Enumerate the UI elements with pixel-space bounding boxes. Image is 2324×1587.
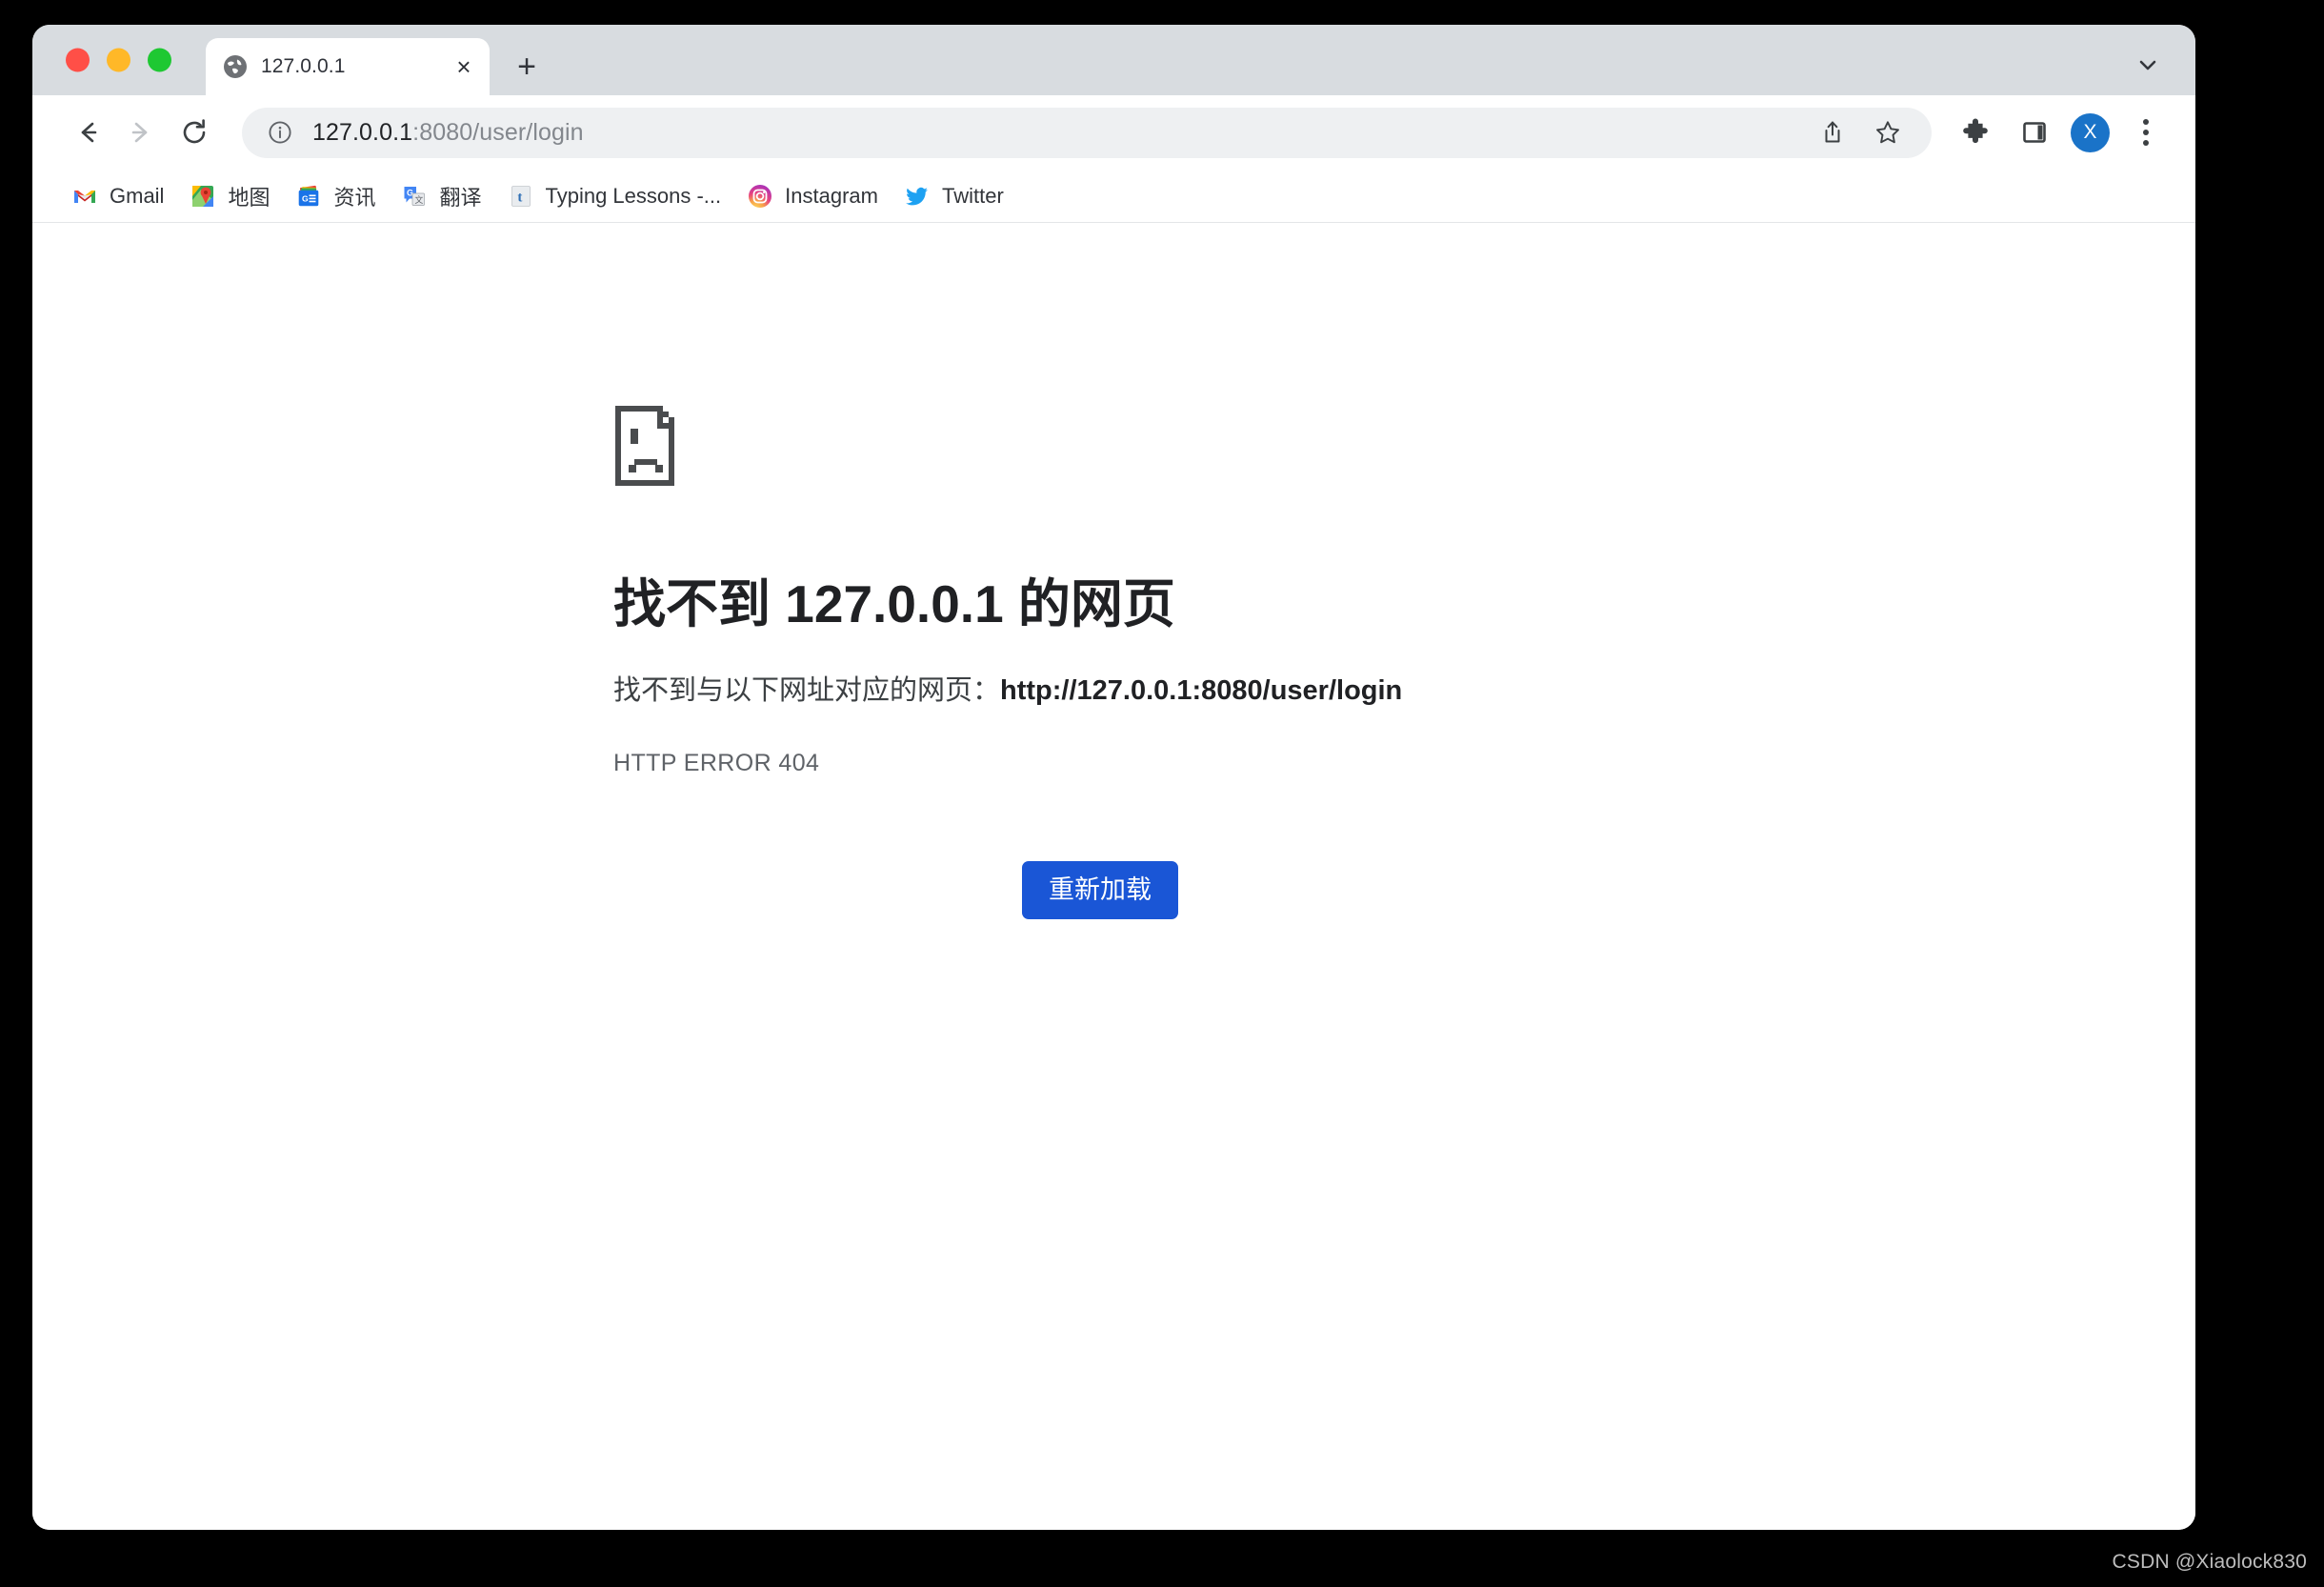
gmail-icon: [72, 184, 97, 209]
close-tab-button[interactable]: ×: [450, 52, 478, 81]
bookmark-typing-lessons[interactable]: t Typing Lessons -...: [495, 176, 735, 216]
error-code: HTTP ERROR 404: [613, 750, 820, 777]
puzzle-piece-icon[interactable]: [1953, 110, 1998, 155]
svg-text:G: G: [302, 193, 309, 203]
maximize-window-button[interactable]: [148, 48, 171, 72]
bookmark-translate[interactable]: G 文 翻译: [389, 176, 494, 216]
side-panel-icon[interactable]: [2012, 110, 2057, 155]
tab-title: 127.0.0.1: [261, 55, 346, 77]
reload-page-button[interactable]: 重新加载: [1022, 861, 1178, 919]
typing-lessons-icon: t: [509, 184, 533, 209]
browser-window: 127.0.0.1 × + 127.0.0.1:8080/user/login …: [32, 25, 2195, 1530]
bookmark-label: 翻译: [439, 185, 482, 210]
twitter-icon: [905, 184, 930, 209]
watermark: CSDN @Xiaolock830: [2112, 1551, 2307, 1573]
new-tab-button[interactable]: +: [506, 46, 548, 88]
bookmark-gmail[interactable]: Gmail: [59, 176, 177, 216]
bookmark-label: Twitter: [941, 183, 1004, 208]
star-outline-icon[interactable]: [1865, 110, 1911, 155]
bookmark-label: 资讯: [333, 185, 376, 210]
url-path: :8080/user/login: [412, 118, 584, 146]
error-container: 找不到 127.0.0.1 的网页 找不到与以下网址对应的网页：http://1…: [613, 404, 1804, 777]
back-button[interactable]: [61, 106, 114, 159]
close-window-button[interactable]: [66, 48, 90, 72]
url-host: 127.0.0.1: [312, 118, 413, 146]
share-icon[interactable]: [1810, 110, 1855, 155]
globe-icon: [223, 54, 248, 79]
svg-text:t: t: [517, 190, 522, 205]
browser-toolbar: 127.0.0.1:8080/user/login X: [32, 95, 2195, 170]
omnibox-actions: [1810, 110, 1911, 155]
toolbar-right-actions: X: [1953, 110, 2169, 155]
forward-button[interactable]: [114, 106, 168, 159]
bookmark-news[interactable]: G 资讯: [283, 176, 389, 216]
error-subtitle-url: http://127.0.0.1:8080/user/login: [1000, 674, 1403, 706]
tab-strip: 127.0.0.1 × +: [32, 25, 2195, 95]
google-translate-icon: G 文: [402, 184, 427, 209]
url-text: 127.0.0.1:8080/user/login: [312, 119, 1796, 147]
reload-button[interactable]: [168, 106, 221, 159]
error-subtitle: 找不到与以下网址对应的网页：http://127.0.0.1:8080/user…: [613, 671, 1804, 713]
bookmark-label: Gmail: [110, 183, 165, 208]
bookmark-instagram[interactable]: Instagram: [734, 176, 892, 216]
avatar[interactable]: X: [2071, 112, 2110, 152]
traffic-lights: [66, 48, 171, 72]
page-title: 找不到 127.0.0.1 的网页: [613, 574, 1175, 633]
three-dots-vertical-icon[interactable]: [2123, 110, 2169, 155]
minimize-window-button[interactable]: [107, 48, 130, 72]
chevron-down-icon[interactable]: [2129, 46, 2167, 84]
bookmark-label: Typing Lessons -...: [545, 183, 722, 208]
browser-tab[interactable]: 127.0.0.1 ×: [206, 38, 490, 95]
bookmark-maps[interactable]: 地图: [177, 176, 283, 216]
instagram-icon: [748, 184, 772, 209]
info-circle-icon[interactable]: [267, 119, 293, 146]
page-content: 找不到 127.0.0.1 的网页 找不到与以下网址对应的网页：http://1…: [32, 223, 2195, 1530]
sad-document-icon: [613, 404, 1804, 492]
google-news-icon: G: [296, 184, 321, 209]
google-maps-icon: [190, 184, 215, 209]
bookmark-label: 地图: [228, 185, 270, 210]
bookmark-twitter[interactable]: Twitter: [892, 176, 1017, 216]
bookmark-label: Instagram: [785, 183, 878, 208]
svg-text:文: 文: [415, 194, 424, 206]
error-subtitle-prefix: 找不到与以下网址对应的网页：: [613, 674, 1001, 706]
bookmarks-bar: Gmail 地图 G 资讯 G 文 翻译 t Typing Lessons -.…: [32, 170, 2195, 223]
address-bar[interactable]: 127.0.0.1:8080/user/login: [242, 107, 1932, 158]
